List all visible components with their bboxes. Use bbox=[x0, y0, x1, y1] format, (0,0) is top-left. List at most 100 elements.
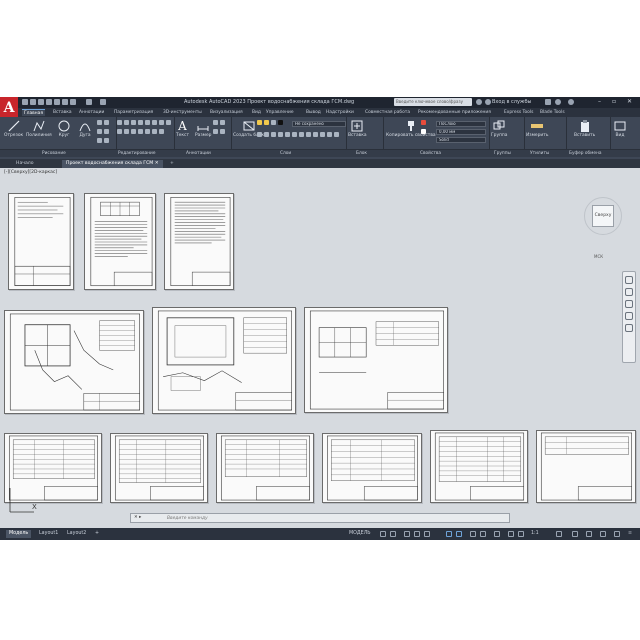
auto-scale-icon[interactable] bbox=[518, 531, 524, 537]
drawing-canvas[interactable]: [-][Сверху][2D-каркас] Сверху МСК X ✕ ▸ … bbox=[0, 168, 640, 528]
tab-3d-tools[interactable]: 3D-инструменты bbox=[161, 109, 204, 116]
close-tab-icon[interactable]: ✕ bbox=[155, 161, 159, 166]
layer-tools[interactable] bbox=[256, 119, 292, 128]
tab-insert[interactable]: Вставка bbox=[51, 109, 74, 116]
annotation-monitor-icon[interactable] bbox=[572, 531, 578, 537]
help-icon[interactable] bbox=[568, 99, 574, 105]
close-icon[interactable]: ✕ bbox=[627, 98, 632, 105]
search-icon[interactable] bbox=[476, 99, 482, 105]
dimension-button[interactable]: Размер bbox=[195, 120, 211, 138]
snap-icon[interactable] bbox=[390, 531, 396, 537]
view-button[interactable]: Вид bbox=[614, 120, 626, 138]
open-icon[interactable] bbox=[30, 99, 36, 105]
paste-button[interactable]: Вставить bbox=[574, 120, 595, 138]
polyline-button[interactable]: Полилиния bbox=[26, 120, 52, 138]
tab-start[interactable]: Начало bbox=[12, 160, 38, 168]
polar-icon[interactable] bbox=[414, 531, 420, 537]
tab-drawing[interactable]: Проект водоснабжения склада ГСМ ✕ bbox=[62, 160, 163, 168]
showmotion-icon[interactable] bbox=[625, 324, 633, 332]
navigation-bar[interactable] bbox=[622, 271, 636, 363]
close-command-icon[interactable]: ✕ ▸ bbox=[134, 515, 141, 520]
tab-express-tools[interactable]: Express Tools bbox=[502, 109, 535, 116]
tab-home[interactable]: Главная bbox=[22, 109, 45, 116]
sheet-spec-4[interactable] bbox=[322, 433, 422, 503]
undo-icon[interactable] bbox=[62, 99, 68, 105]
object-snap-tracking-icon[interactable] bbox=[446, 531, 452, 537]
quick-properties-icon[interactable] bbox=[600, 531, 606, 537]
workspace-switch-icon[interactable] bbox=[556, 531, 562, 537]
color-dropdown[interactable]: ПоСлою bbox=[436, 121, 486, 127]
zoom-icon[interactable] bbox=[625, 300, 633, 308]
panel-properties[interactable]: Свойства bbox=[420, 151, 441, 156]
tab-blade-tools[interactable]: Blade Tools bbox=[538, 109, 567, 116]
lineweight-icon[interactable] bbox=[470, 531, 476, 537]
steering-wheel-icon[interactable] bbox=[625, 276, 633, 284]
model-space-toggle[interactable]: МОДЕЛЬ bbox=[346, 530, 374, 538]
restore-icon[interactable]: ▫ bbox=[612, 98, 616, 105]
cart-icon[interactable] bbox=[545, 99, 551, 105]
customize-menu-icon[interactable]: ≡ bbox=[628, 531, 634, 537]
panel-draw[interactable]: Рисование bbox=[42, 151, 66, 156]
modify-tools[interactable] bbox=[116, 119, 174, 137]
minimize-icon[interactable]: – bbox=[598, 98, 601, 105]
new-icon[interactable] bbox=[22, 99, 28, 105]
units-icon[interactable] bbox=[586, 531, 592, 537]
tab-render[interactable]: Визуализация bbox=[208, 109, 245, 116]
selection-cycling-icon[interactable] bbox=[494, 531, 500, 537]
workspace-icon[interactable] bbox=[100, 99, 106, 105]
panel-clipboard[interactable]: Буфер обмена bbox=[569, 151, 602, 156]
linetype-dropdown[interactable]: Solid bbox=[436, 137, 486, 143]
panel-annotation[interactable]: Аннотации bbox=[186, 151, 211, 156]
tab-featured-apps[interactable]: Рекомендованные приложения bbox=[416, 109, 493, 116]
ortho-icon[interactable] bbox=[404, 531, 410, 537]
sheet-notes[interactable] bbox=[164, 193, 234, 290]
lineweight-dropdown[interactable]: 0,00 мм bbox=[436, 129, 486, 135]
redo-icon[interactable] bbox=[70, 99, 76, 105]
add-layout-button[interactable]: + bbox=[92, 530, 102, 538]
insert-block-button[interactable]: Вставка bbox=[348, 120, 367, 138]
panel-utilities[interactable]: Утилиты bbox=[530, 151, 549, 156]
new-tab-button[interactable]: + bbox=[166, 160, 178, 168]
annotation-small-tools[interactable] bbox=[212, 119, 228, 137]
share-icon[interactable] bbox=[86, 99, 92, 105]
pan-icon[interactable] bbox=[625, 288, 633, 296]
wcs-dropdown[interactable]: МСК bbox=[594, 254, 603, 259]
tab-parametric[interactable]: Параметризация bbox=[112, 109, 155, 116]
sheet-spec-6[interactable] bbox=[536, 430, 636, 503]
panel-block[interactable]: Блок bbox=[356, 151, 367, 156]
measure-button[interactable]: Измерить bbox=[526, 120, 548, 138]
tab-annotate[interactable]: Аннотации bbox=[77, 109, 106, 116]
user-icon[interactable] bbox=[485, 99, 491, 105]
tab-layout2[interactable]: Layout2 bbox=[64, 530, 89, 538]
arc-button[interactable]: Дуга bbox=[79, 120, 91, 138]
panel-modify[interactable]: Редактирование bbox=[118, 151, 156, 156]
viewcube[interactable]: Сверху bbox=[592, 205, 614, 227]
layer-dropdown[interactable]: Не сохранено bbox=[292, 121, 346, 127]
transparency-icon[interactable] bbox=[480, 531, 486, 537]
sheet-spec-3[interactable] bbox=[216, 433, 314, 503]
signin-button[interactable]: Вход в службы bbox=[492, 99, 531, 105]
sheet-plan-1[interactable] bbox=[4, 310, 144, 414]
layer-tools-row2[interactable] bbox=[256, 131, 346, 140]
tab-addins[interactable]: Надстройки bbox=[324, 109, 356, 116]
color-swatch-icons[interactable] bbox=[420, 119, 432, 137]
tab-collaborate[interactable]: Совместная работа bbox=[363, 109, 412, 116]
tab-manage[interactable]: Управление bbox=[264, 109, 296, 116]
search-input[interactable]: Введите ключевое слово/фразу bbox=[394, 98, 472, 106]
line-button[interactable]: Отрезок bbox=[4, 120, 23, 138]
annotation-visibility-icon[interactable] bbox=[508, 531, 514, 537]
panel-groups[interactable]: Группы bbox=[494, 151, 511, 156]
save-icon[interactable] bbox=[38, 99, 44, 105]
tab-model[interactable]: Модель bbox=[6, 530, 32, 538]
grid-icon[interactable] bbox=[380, 531, 386, 537]
circle-button[interactable]: Круг bbox=[58, 120, 70, 138]
command-input[interactable]: Введите команду bbox=[167, 516, 208, 521]
isodraft-icon[interactable] bbox=[424, 531, 430, 537]
text-button[interactable]: A Текст bbox=[176, 120, 189, 138]
clean-screen-icon[interactable] bbox=[614, 531, 620, 537]
sheet-scheme[interactable] bbox=[304, 307, 448, 413]
tab-output[interactable]: Вывод bbox=[304, 109, 323, 116]
annotation-scale[interactable]: 1:1 bbox=[528, 530, 542, 538]
sheet-general-data[interactable] bbox=[84, 193, 156, 290]
draw-small-tools[interactable] bbox=[96, 119, 114, 146]
